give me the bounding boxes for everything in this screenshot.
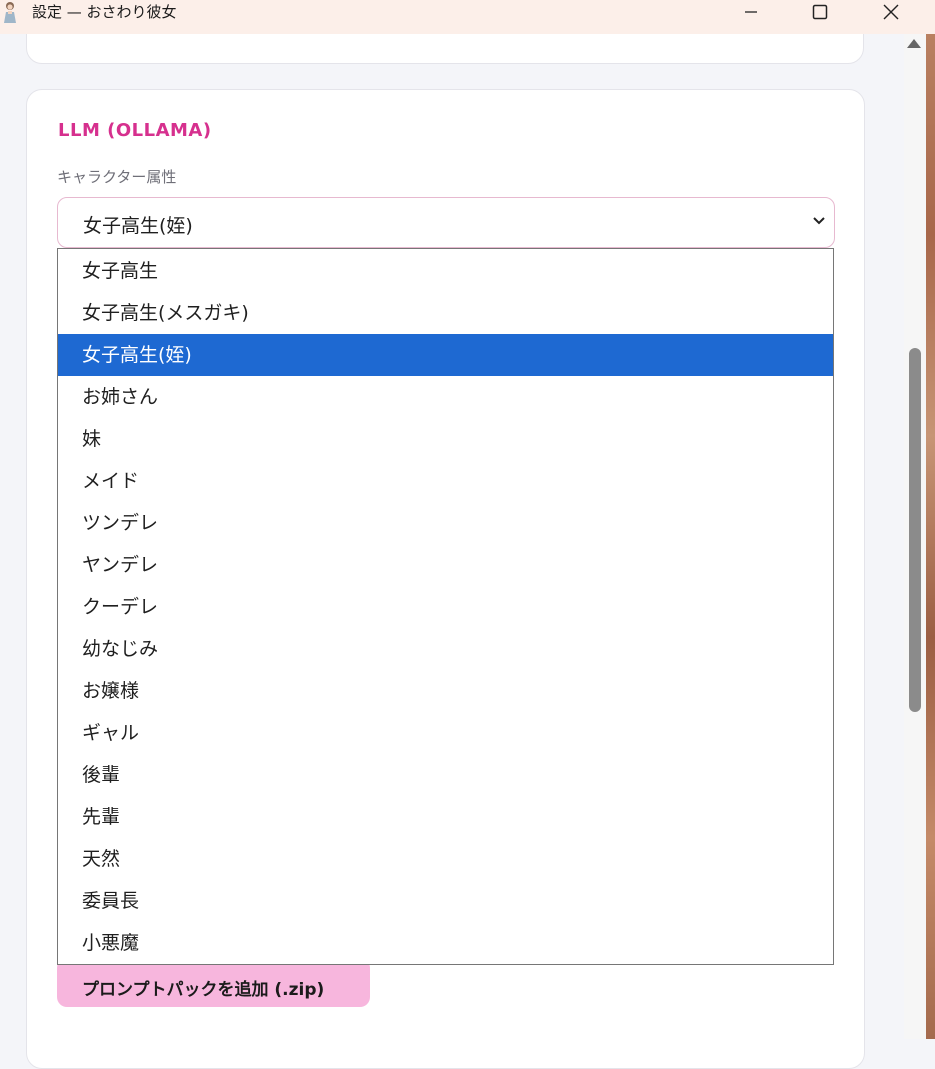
- dropdown-option[interactable]: メイド: [58, 460, 833, 502]
- dropdown-option[interactable]: お姉さん: [58, 376, 833, 418]
- close-button[interactable]: [868, 0, 914, 24]
- dropdown-option[interactable]: クーデレ: [58, 586, 833, 628]
- window-title: 設定 — おさわり彼女: [32, 3, 177, 21]
- character-attribute-label: キャラクター属性: [57, 168, 177, 186]
- girl-figure-icon: [4, 2, 16, 23]
- dropdown-option[interactable]: ギャル: [58, 712, 833, 754]
- add-prompt-pack-button[interactable]: プロンプトパックを追加 (.zip): [57, 958, 370, 1007]
- minimize-button[interactable]: [728, 0, 774, 24]
- dropdown-option[interactable]: 女子高生(姪): [58, 334, 833, 376]
- maximize-button[interactable]: [797, 0, 843, 24]
- vertical-scrollbar[interactable]: [904, 34, 926, 1039]
- dropdown-option[interactable]: 妹: [58, 418, 833, 460]
- scrollbar-thumb[interactable]: [909, 348, 921, 712]
- character-attribute-dropdown-list[interactable]: 女子高生 女子高生(メスガキ) 女子高生(姪) お姉さん妹メイド ツンデレ ヤンデレ クーデ…: [57, 248, 834, 965]
- dropdown-option[interactable]: 女子高生: [58, 250, 833, 292]
- dropdown-option[interactable]: 天然: [58, 838, 833, 880]
- character-attribute-select[interactable]: 女子高生(姪): [57, 197, 835, 248]
- llm-section-title: LLM (OLLAMA): [58, 120, 212, 141]
- dropdown-option[interactable]: 委員長: [58, 880, 833, 922]
- maximize-icon: [812, 4, 828, 20]
- dropdown-option[interactable]: 幼なじみ: [58, 628, 833, 670]
- dropdown-option[interactable]: お嬢様: [58, 670, 833, 712]
- chevron-down-icon: [813, 217, 825, 225]
- close-icon: [883, 4, 899, 20]
- dropdown-option[interactable]: ツンデレ: [58, 502, 833, 544]
- desktop-background-edge: [926, 34, 935, 1039]
- dropdown-option[interactable]: 女子高生(メスガキ): [58, 292, 833, 334]
- window-titlebar[interactable]: 設定 — おさわり彼女: [0, 0, 935, 34]
- dropdown-option[interactable]: 小悪魔: [58, 922, 833, 964]
- character-attribute-selected-value: 女子高生(姪): [83, 215, 193, 237]
- dropdown-option[interactable]: ヤンデレ: [58, 544, 833, 586]
- dropdown-option[interactable]: 先輩: [58, 796, 833, 838]
- dropdown-option[interactable]: 後輩: [58, 754, 833, 796]
- minimize-icon: [745, 11, 757, 13]
- scroll-up-arrow-icon[interactable]: [907, 39, 921, 48]
